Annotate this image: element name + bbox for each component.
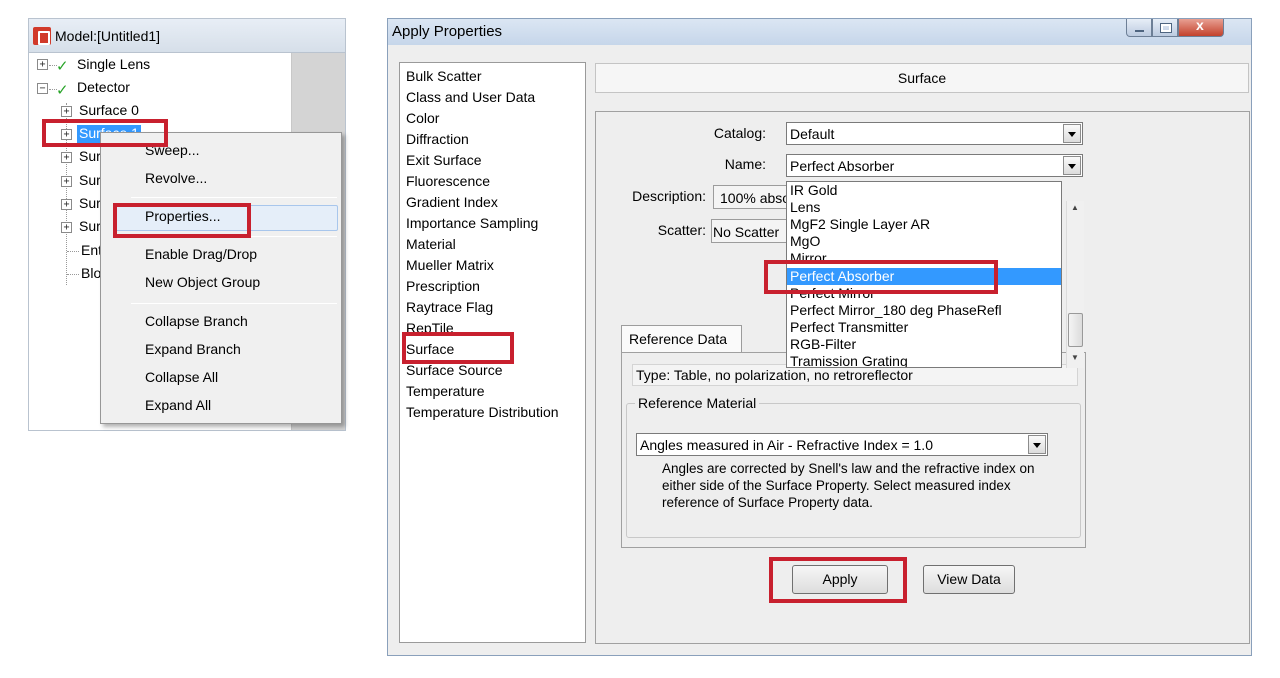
name-label: Name: (724, 156, 766, 172)
tree-node-surface[interactable]: Sur (79, 218, 101, 238)
property-header-title: Surface (897, 70, 947, 86)
expand-icon[interactable]: + (61, 199, 72, 210)
highlight-box-surface-property (402, 332, 514, 364)
reference-material-label: Reference Material (635, 395, 760, 411)
dropdown-item-rgb-filter[interactable]: RGB-Filter (790, 336, 856, 353)
property-item-exit-surface[interactable]: Exit Surface (406, 152, 481, 168)
highlight-box-apply (769, 557, 907, 603)
property-item-class-user-data[interactable]: Class and User Data (406, 89, 535, 105)
close-icon: x (1196, 17, 1204, 33)
property-item-importance-sampling[interactable]: Importance Sampling (406, 215, 538, 231)
scroll-down-icon[interactable]: ▼ (1071, 353, 1079, 362)
highlight-box-perfect-absorber (764, 260, 998, 294)
menu-separator (131, 303, 337, 304)
expand-icon[interactable]: + (61, 152, 72, 163)
maximize-icon (1160, 23, 1172, 33)
property-item-surface-source[interactable]: Surface Source (406, 362, 503, 378)
menu-item-collapse-branch[interactable]: Collapse Branch (145, 313, 248, 329)
reference-material-value: Angles measured in Air - Refractive Inde… (640, 437, 933, 453)
menu-item-expand-branch[interactable]: Expand Branch (145, 341, 241, 357)
dropdown-item-mgf2[interactable]: MgF2 Single Layer AR (790, 216, 930, 233)
tree-title-bar: Model:[Untitled1] (29, 19, 345, 53)
scrollbar-thumb[interactable] (1068, 313, 1083, 347)
type-info-text: Type: Table, no polarization, no retrore… (636, 367, 913, 383)
property-item-prescription[interactable]: Prescription (406, 278, 480, 294)
scroll-up-icon[interactable]: ▲ (1071, 203, 1079, 212)
minimize-button[interactable] (1126, 19, 1152, 37)
tree-window-title: Model:[Untitled1] (55, 28, 161, 44)
property-item-gradient-index[interactable]: Gradient Index (406, 194, 498, 210)
description-label: Description: (632, 188, 706, 204)
dropdown-scrollbar[interactable]: ▲ ▼ (1066, 201, 1084, 368)
scatter-value: No Scatter (713, 224, 780, 240)
property-item-temperature[interactable]: Temperature (406, 383, 485, 399)
expand-icon[interactable]: + (61, 106, 72, 117)
tree-node-entity[interactable]: Ent (81, 242, 102, 262)
property-item-material[interactable]: Material (406, 236, 456, 252)
catalog-value: Default (790, 126, 835, 142)
expand-icon[interactable]: + (61, 222, 72, 233)
menu-item-revolve[interactable]: Revolve... (145, 170, 207, 186)
chevron-down-icon[interactable] (1063, 124, 1081, 143)
menu-item-collapse-all[interactable]: Collapse All (145, 369, 218, 385)
tree-connector (67, 251, 79, 252)
property-item-raytrace-flag[interactable]: Raytrace Flag (406, 299, 493, 315)
chevron-down-icon[interactable] (1028, 435, 1046, 454)
menu-item-enable-drag-drop[interactable]: Enable Drag/Drop (145, 246, 257, 262)
expand-icon[interactable]: + (37, 59, 48, 70)
dropdown-item-tramission-grating[interactable]: Tramission Grating (790, 353, 908, 367)
scatter-label: Scatter: (657, 222, 706, 238)
highlight-box-properties (113, 203, 251, 238)
chevron-down-icon[interactable] (1063, 156, 1081, 175)
tab-reference-data-label: Reference Data (629, 331, 728, 347)
tree-connector (67, 274, 79, 275)
close-button[interactable]: x (1178, 17, 1224, 37)
tree-node-surface[interactable]: Sur (79, 148, 101, 168)
property-item-mueller-matrix[interactable]: Mueller Matrix (406, 257, 494, 273)
dropdown-item-perfect-transmitter[interactable]: Perfect Transmitter (790, 319, 908, 336)
check-icon: ✓ (56, 82, 69, 99)
app-logo-icon (33, 27, 51, 45)
view-data-button[interactable]: View Data (923, 565, 1015, 594)
menu-separator (131, 197, 337, 198)
property-item-fluorescence[interactable]: Fluorescence (406, 173, 490, 189)
catalog-label: Catalog: (713, 125, 766, 141)
property-item-bulk-scatter[interactable]: Bulk Scatter (406, 68, 481, 84)
tree-node-single-lens[interactable]: Single Lens (77, 56, 150, 76)
tree-node-block[interactable]: Blo (81, 265, 101, 285)
property-item-diffraction[interactable]: Diffraction (406, 131, 469, 147)
expand-icon[interactable]: + (61, 176, 72, 187)
maximize-button[interactable] (1152, 19, 1178, 37)
property-header: Surface (595, 63, 1249, 93)
reference-material-description: Angles are corrected by Snell's law and … (662, 461, 1035, 510)
dropdown-item-perfect-mirror-180[interactable]: Perfect Mirror_180 deg PhaseRefl (790, 302, 1002, 319)
menu-item-new-object-group[interactable]: New Object Group (145, 274, 260, 290)
dropdown-item-mgo[interactable]: MgO (790, 233, 820, 250)
reference-material-select[interactable]: Angles measured in Air - Refractive Inde… (636, 433, 1048, 456)
property-item-color[interactable]: Color (406, 110, 439, 126)
tree-node-detector[interactable]: Detector (77, 79, 130, 99)
check-icon: ✓ (56, 58, 69, 75)
tab-reference-data[interactable]: Reference Data (621, 325, 742, 353)
dropdown-item-ir-gold[interactable]: IR Gold (790, 182, 837, 199)
tree-node-surface[interactable]: Sur (79, 195, 101, 215)
collapse-icon[interactable]: − (37, 83, 48, 94)
dialog-title-bar: Apply Properties x (388, 17, 1251, 45)
property-item-temperature-distribution[interactable]: Temperature Distribution (406, 404, 559, 420)
catalog-select[interactable]: Default (786, 122, 1083, 145)
name-value: Perfect Absorber (790, 158, 895, 174)
dropdown-item-lens[interactable]: Lens (790, 199, 820, 216)
context-menu: Sweep... Revolve... Properties... Enable… (100, 132, 342, 424)
dialog-title: Apply Properties (392, 23, 503, 40)
tree-node-surface[interactable]: Sur (79, 172, 101, 192)
minimize-icon (1135, 30, 1144, 32)
name-select[interactable]: Perfect Absorber (786, 154, 1083, 177)
menu-item-expand-all[interactable]: Expand All (145, 397, 211, 413)
highlight-box-surface-1 (42, 119, 168, 147)
